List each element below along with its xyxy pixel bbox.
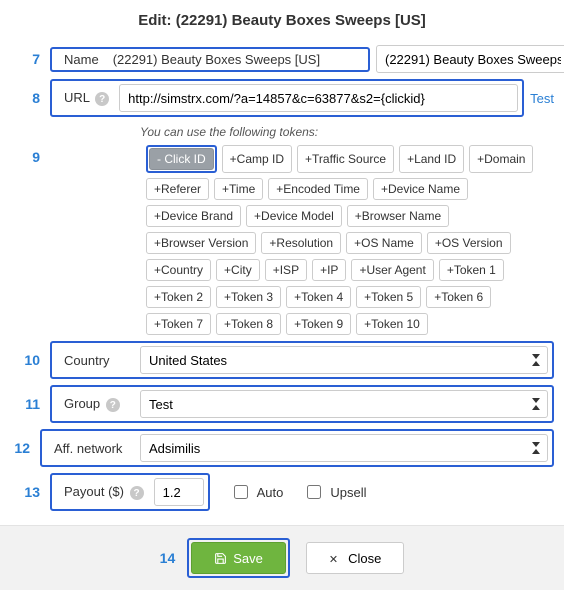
auto-checkbox-wrap[interactable]: Auto [230, 482, 284, 502]
help-icon[interactable]: ? [106, 398, 120, 412]
token-button[interactable]: +OS Version [427, 232, 511, 254]
url-input[interactable] [119, 84, 518, 112]
upsell-checkbox[interactable] [307, 485, 321, 499]
close-icon [329, 551, 342, 566]
token-button[interactable]: +OS Name [346, 232, 422, 254]
name-input[interactable] [376, 45, 564, 73]
token-highlight: - Click ID [146, 145, 217, 173]
token-list: - Click ID +Camp ID+Traffic Source+Land I… [146, 145, 554, 335]
token-button[interactable]: +Referer [146, 178, 209, 200]
group-select[interactable]: Test [140, 390, 548, 418]
annotation-11: 11 [10, 396, 44, 412]
token-button[interactable]: +Token 10 [356, 313, 428, 335]
token-button[interactable]: +ISP [265, 259, 307, 281]
group-label: Group ? [56, 396, 134, 413]
close-button[interactable]: Close [306, 542, 404, 574]
token-button[interactable]: +Browser Name [347, 205, 449, 227]
upsell-checkbox-wrap[interactable]: Upsell [303, 482, 366, 502]
payout-input[interactable] [154, 478, 204, 506]
token-button[interactable]: +IP [312, 259, 346, 281]
token-button[interactable]: +Token 9 [286, 313, 351, 335]
token-button[interactable]: +Token 2 [146, 286, 211, 308]
annotation-10: 10 [10, 352, 44, 368]
token-button[interactable]: +Resolution [261, 232, 341, 254]
tokens-hint: You can use the following tokens: [140, 125, 554, 139]
annotation-12: 12 [10, 440, 34, 456]
url-label: URL ? [56, 90, 113, 107]
token-button[interactable]: +Token 1 [439, 259, 504, 281]
token-button[interactable]: +Country [146, 259, 211, 281]
save-button[interactable]: Save [191, 542, 286, 574]
token-button[interactable]: +Token 3 [216, 286, 281, 308]
token-button[interactable]: - Click ID [149, 148, 214, 170]
token-button[interactable]: +Encoded Time [268, 178, 368, 200]
token-button[interactable]: +City [216, 259, 260, 281]
country-label: Country [56, 353, 134, 368]
upsell-label: Upsell [330, 485, 366, 500]
token-button[interactable]: +Token 6 [426, 286, 491, 308]
affnetwork-label: Aff. network [46, 441, 134, 456]
name-label: Name [56, 52, 103, 67]
token-button[interactable]: +Camp ID [222, 145, 292, 173]
token-button[interactable]: +Browser Version [146, 232, 256, 254]
annotation-14: 14 [160, 550, 180, 566]
help-icon[interactable]: ? [95, 92, 109, 106]
auto-label: Auto [257, 485, 284, 500]
token-button[interactable]: +Token 5 [356, 286, 421, 308]
annotation-13: 13 [10, 484, 44, 500]
save-icon [214, 552, 227, 565]
token-button[interactable]: +Land ID [399, 145, 464, 173]
token-button[interactable]: +Traffic Source [297, 145, 394, 173]
annotation-7: 7 [10, 51, 44, 67]
token-button[interactable]: +Domain [469, 145, 533, 173]
annotation-8: 8 [10, 90, 44, 106]
token-button[interactable]: +Token 4 [286, 286, 351, 308]
country-select[interactable]: United States [140, 346, 548, 374]
auto-checkbox[interactable] [234, 485, 248, 499]
page-title: Edit: (22291) Beauty Boxes Sweeps [US] [10, 8, 554, 39]
token-button[interactable]: +User Agent [351, 259, 433, 281]
token-button[interactable]: +Device Name [373, 178, 468, 200]
help-icon[interactable]: ? [130, 486, 144, 500]
token-button[interactable]: +Token 7 [146, 313, 211, 335]
token-button[interactable]: +Token 8 [216, 313, 281, 335]
payout-label: Payout ($) ? [56, 484, 148, 501]
name-value-highlight: (22291) Beauty Boxes Sweeps [US] [109, 52, 364, 67]
token-button[interactable]: +Device Brand [146, 205, 241, 227]
affnetwork-select[interactable]: Adsimilis [140, 434, 548, 462]
annotation-9: 9 [10, 149, 44, 165]
url-test-link[interactable]: Test [530, 91, 554, 106]
token-button[interactable]: +Device Model [246, 205, 342, 227]
token-button[interactable]: +Time [214, 178, 263, 200]
